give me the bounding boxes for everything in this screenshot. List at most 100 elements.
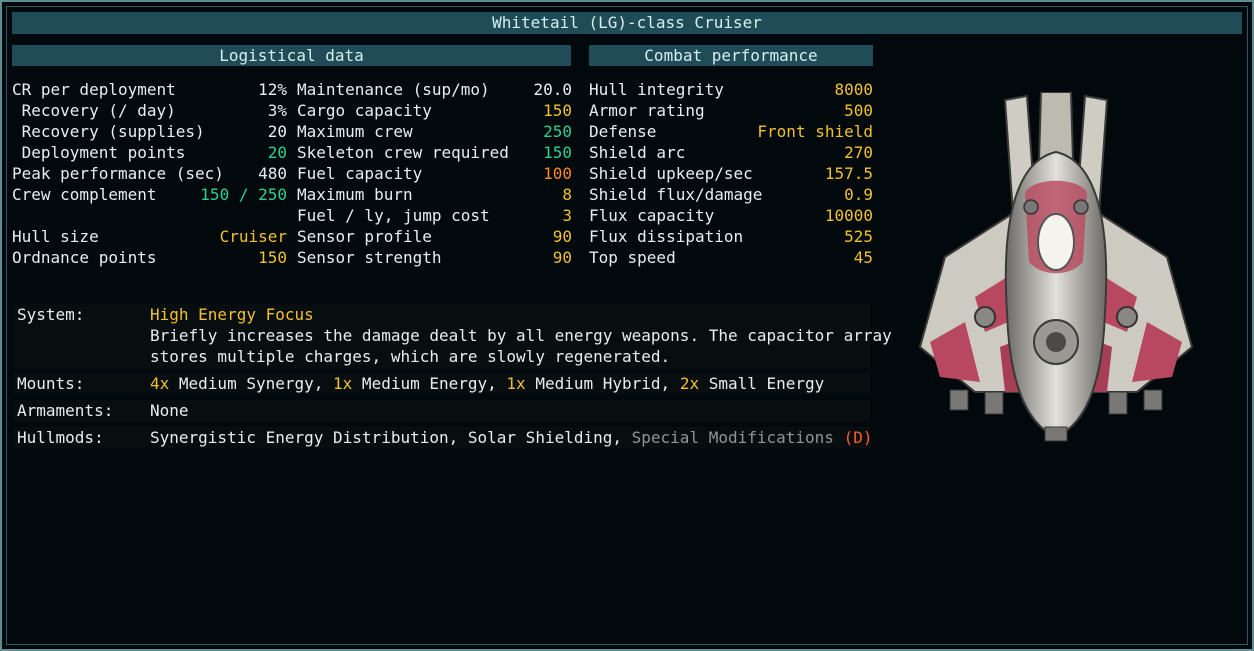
mount-type: Small Energy	[699, 374, 825, 393]
stat-row: Peak performance (sec) 480	[12, 163, 287, 184]
mount-count: 1x	[333, 374, 353, 393]
stat-label: Shield arc	[589, 143, 686, 162]
stat-label: Top speed	[589, 248, 676, 267]
hullmods-label: Hullmods:	[17, 428, 104, 447]
stat-row: Maximum burn 8	[297, 184, 572, 205]
stat-row: Shield flux/damage 0.9	[589, 184, 873, 205]
stat-row: Flux dissipation 525	[589, 226, 873, 247]
stat-value: 20	[267, 122, 287, 141]
stat-row: Fuel / ly, jump cost 3	[297, 205, 572, 226]
stat-row: Shield arc 270	[589, 142, 873, 163]
stat-value: 270	[844, 143, 873, 162]
stat-label: Flux dissipation	[589, 227, 744, 246]
stat-value: 500	[844, 101, 873, 120]
stat-row: Sensor profile 90	[297, 226, 572, 247]
stat-row: Defense Front shield	[589, 121, 873, 142]
stat-value: 90	[552, 248, 572, 267]
stat-value: 150	[258, 248, 287, 267]
stat-label: Ordnance points	[12, 248, 157, 267]
mount-count: 2x	[679, 374, 700, 393]
stat-row: Hull integrity 8000	[589, 79, 873, 100]
hullmods-row: Hullmods: Synergistic Energy Distributio…	[13, 427, 872, 448]
stat-value: 150 / 250	[200, 185, 287, 204]
system-label: System:	[17, 305, 85, 324]
stat-row: Crew complement 150 / 250	[12, 184, 287, 205]
stat-value: 100	[543, 164, 572, 183]
mounts-value: 4x Medium Synergy, 1x Medium Energy, 1x …	[150, 373, 862, 394]
stat-row: Shield upkeep/sec 157.5	[589, 163, 873, 184]
system-description-line-1: Briefly increases the damage dealt by al…	[150, 326, 892, 345]
mounts-label: Mounts:	[17, 374, 85, 393]
system-name: High Energy Focus	[150, 305, 314, 324]
stat-value: 20	[267, 143, 287, 162]
stat-label: Shield flux/damage	[589, 185, 763, 204]
hullmods-list: Synergistic Energy Distribution, Solar S…	[150, 428, 632, 447]
d-mod-tag: (D)	[833, 428, 873, 447]
armaments-value: None	[150, 401, 189, 420]
stat-row: Ordnance points 150	[12, 247, 287, 268]
stat-label: Recovery (/ day)	[12, 101, 176, 120]
stat-row: Fuel capacity 100	[297, 163, 572, 184]
stat-value: 90	[552, 227, 572, 246]
stat-row: Skeleton crew required 150	[297, 142, 572, 163]
stat-value: 480	[258, 164, 287, 183]
stat-value: 8	[562, 185, 572, 204]
mount-type: Medium Synergy,	[169, 374, 334, 393]
stat-label: Shield upkeep/sec	[589, 164, 753, 183]
stat-value: 3%	[267, 101, 287, 120]
ship-sprite-image	[918, 92, 1194, 442]
stat-row: Cargo capacity 150	[297, 100, 572, 121]
stat-label: Armor rating	[589, 101, 705, 120]
mount-type: Medium Energy,	[352, 374, 507, 393]
stat-value: 0.9	[844, 185, 873, 204]
stat-row: Maintenance (sup/mo) 20.0	[297, 79, 572, 100]
stat-value: 10000	[824, 206, 873, 225]
system-description-line-2: stores multiple charges, which are slowl…	[150, 347, 671, 366]
stat-value: 3	[562, 206, 572, 225]
special-modifications-hullmod[interactable]: Special Modifications	[632, 428, 834, 447]
stat-row: Sensor strength 90	[297, 247, 572, 268]
stat-label: Recovery (supplies)	[12, 122, 205, 141]
stat-label: Skeleton crew required	[297, 143, 509, 162]
stat-label: Defense	[589, 122, 657, 141]
stat-value: 8000	[834, 80, 873, 99]
ship-title: Whitetail (LG)-class Cruiser	[12, 12, 1242, 34]
hullmods-value: Synergistic Energy Distribution, Solar S…	[150, 427, 872, 448]
stat-label: Hull size	[12, 227, 99, 246]
stat-value: 250	[543, 122, 572, 141]
stat-label: Maintenance (sup/mo)	[297, 80, 490, 99]
stat-row: Top speed 45	[589, 247, 873, 268]
combat-performance-header: Combat performance	[589, 45, 873, 66]
system-row: System: High Energy Focus Briefly increa…	[13, 304, 892, 369]
stat-row: Maximum crew 250	[297, 121, 572, 142]
stat-row	[12, 205, 287, 226]
stat-row: Deployment points 20	[12, 142, 287, 163]
mount-count: 1x	[506, 374, 526, 393]
stat-label: Hull integrity	[589, 80, 724, 99]
stat-label: Cargo capacity	[297, 101, 432, 120]
stat-label: Sensor strength	[297, 248, 442, 267]
stat-label: Fuel capacity	[297, 164, 423, 183]
stat-value: 150	[543, 143, 572, 162]
stat-value: 12%	[258, 80, 287, 99]
stat-row: CR per deployment 12%	[12, 79, 287, 100]
mounts-row: Mounts: 4x Medium Synergy, 1x Medium Ene…	[13, 373, 870, 394]
mount-type: Medium Hybrid,	[525, 374, 680, 393]
stat-label: Crew complement	[12, 185, 157, 204]
stat-label: Flux capacity	[589, 206, 715, 225]
stat-row: Flux capacity 10000	[589, 205, 873, 226]
mount-count: 4x	[150, 374, 170, 393]
stat-label: Fuel / ly, jump cost	[297, 206, 490, 225]
stat-row: Hull size Cruiser	[12, 226, 287, 247]
stat-label: Peak performance (sec)	[12, 164, 224, 183]
stat-label: Maximum crew	[297, 122, 413, 141]
armaments-row: Armaments: None	[13, 400, 870, 421]
stat-value: 150	[543, 101, 572, 120]
stat-label: Maximum burn	[297, 185, 413, 204]
stat-value: 45	[853, 248, 873, 267]
stat-value: Cruiser	[219, 227, 287, 246]
stat-label: Sensor profile	[297, 227, 432, 246]
stat-row: Recovery (supplies) 20	[12, 121, 287, 142]
stat-label: CR per deployment	[12, 80, 176, 99]
stat-row: Recovery (/ day) 3%	[12, 100, 287, 121]
